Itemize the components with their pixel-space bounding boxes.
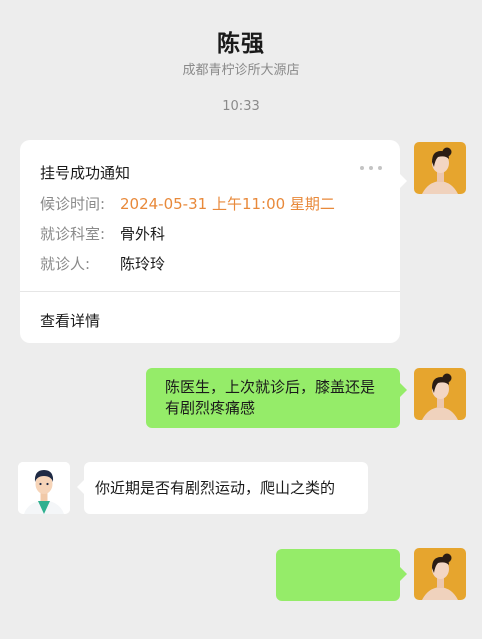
woman-portrait-avatar-icon xyxy=(414,368,466,420)
card-row-department: 就诊科室: 骨外科 xyxy=(40,223,165,244)
doctor-avatar-icon xyxy=(18,462,70,514)
card-row-label: 就诊人: xyxy=(40,255,91,273)
card-row-value: 陈玲玲 xyxy=(120,255,166,273)
card-row-label: 就诊科室: xyxy=(40,225,106,243)
card-title: 挂号成功通知 xyxy=(40,164,131,182)
woman-portrait-avatar-icon xyxy=(414,142,466,194)
woman-portrait-avatar-icon xyxy=(414,548,466,600)
appointment-card[interactable]: 挂号成功通知 候诊时间: 2024-05-31 上午11:00 星期二 就诊科室:… xyxy=(20,140,407,343)
message-bubble-doctor[interactable]: 你近期是否有剧烈运动，爬山之类的 xyxy=(77,462,368,514)
patient-avatar[interactable] xyxy=(414,142,466,194)
chat-header: 陈强 成都青柠诊所大源店 xyxy=(0,0,482,90)
card-row-label: 候诊时间: xyxy=(40,195,106,213)
card-row-value: 骨外科 xyxy=(120,225,166,243)
message-text: 你近期是否有剧烈运动，爬山之类的 xyxy=(95,479,336,497)
view-details-link[interactable]: 查看详情 xyxy=(40,310,100,331)
message-bubble-patient[interactable]: 陈医生，上次就诊后，膝盖还是有剧烈疼痛感 xyxy=(146,368,407,428)
bubble-tail xyxy=(77,480,84,494)
card-row-patient: 就诊人: 陈玲玲 xyxy=(40,253,165,274)
page-title: 陈强 xyxy=(217,31,265,57)
card-divider xyxy=(20,291,400,292)
patient-avatar[interactable] xyxy=(414,368,466,420)
card-row-value: 2024-05-31 上午11:00 星期二 xyxy=(120,195,335,213)
ellipsis-icon[interactable] xyxy=(360,160,382,176)
page-subtitle: 成都青柠诊所大源店 xyxy=(182,63,300,78)
bubble-tail xyxy=(400,567,407,581)
card-row-time: 候诊时间: 2024-05-31 上午11:00 星期二 xyxy=(40,193,335,214)
message-text: 陈医生，上次就诊后，膝盖还是有剧烈疼痛感 xyxy=(165,378,376,417)
message-timestamp: 10:33 xyxy=(222,99,260,114)
bubble-tail xyxy=(400,383,407,397)
message-bubble-patient[interactable] xyxy=(276,549,407,601)
patient-avatar[interactable] xyxy=(414,548,466,600)
bubble-tail xyxy=(400,174,407,188)
doctor-avatar[interactable] xyxy=(18,462,70,514)
